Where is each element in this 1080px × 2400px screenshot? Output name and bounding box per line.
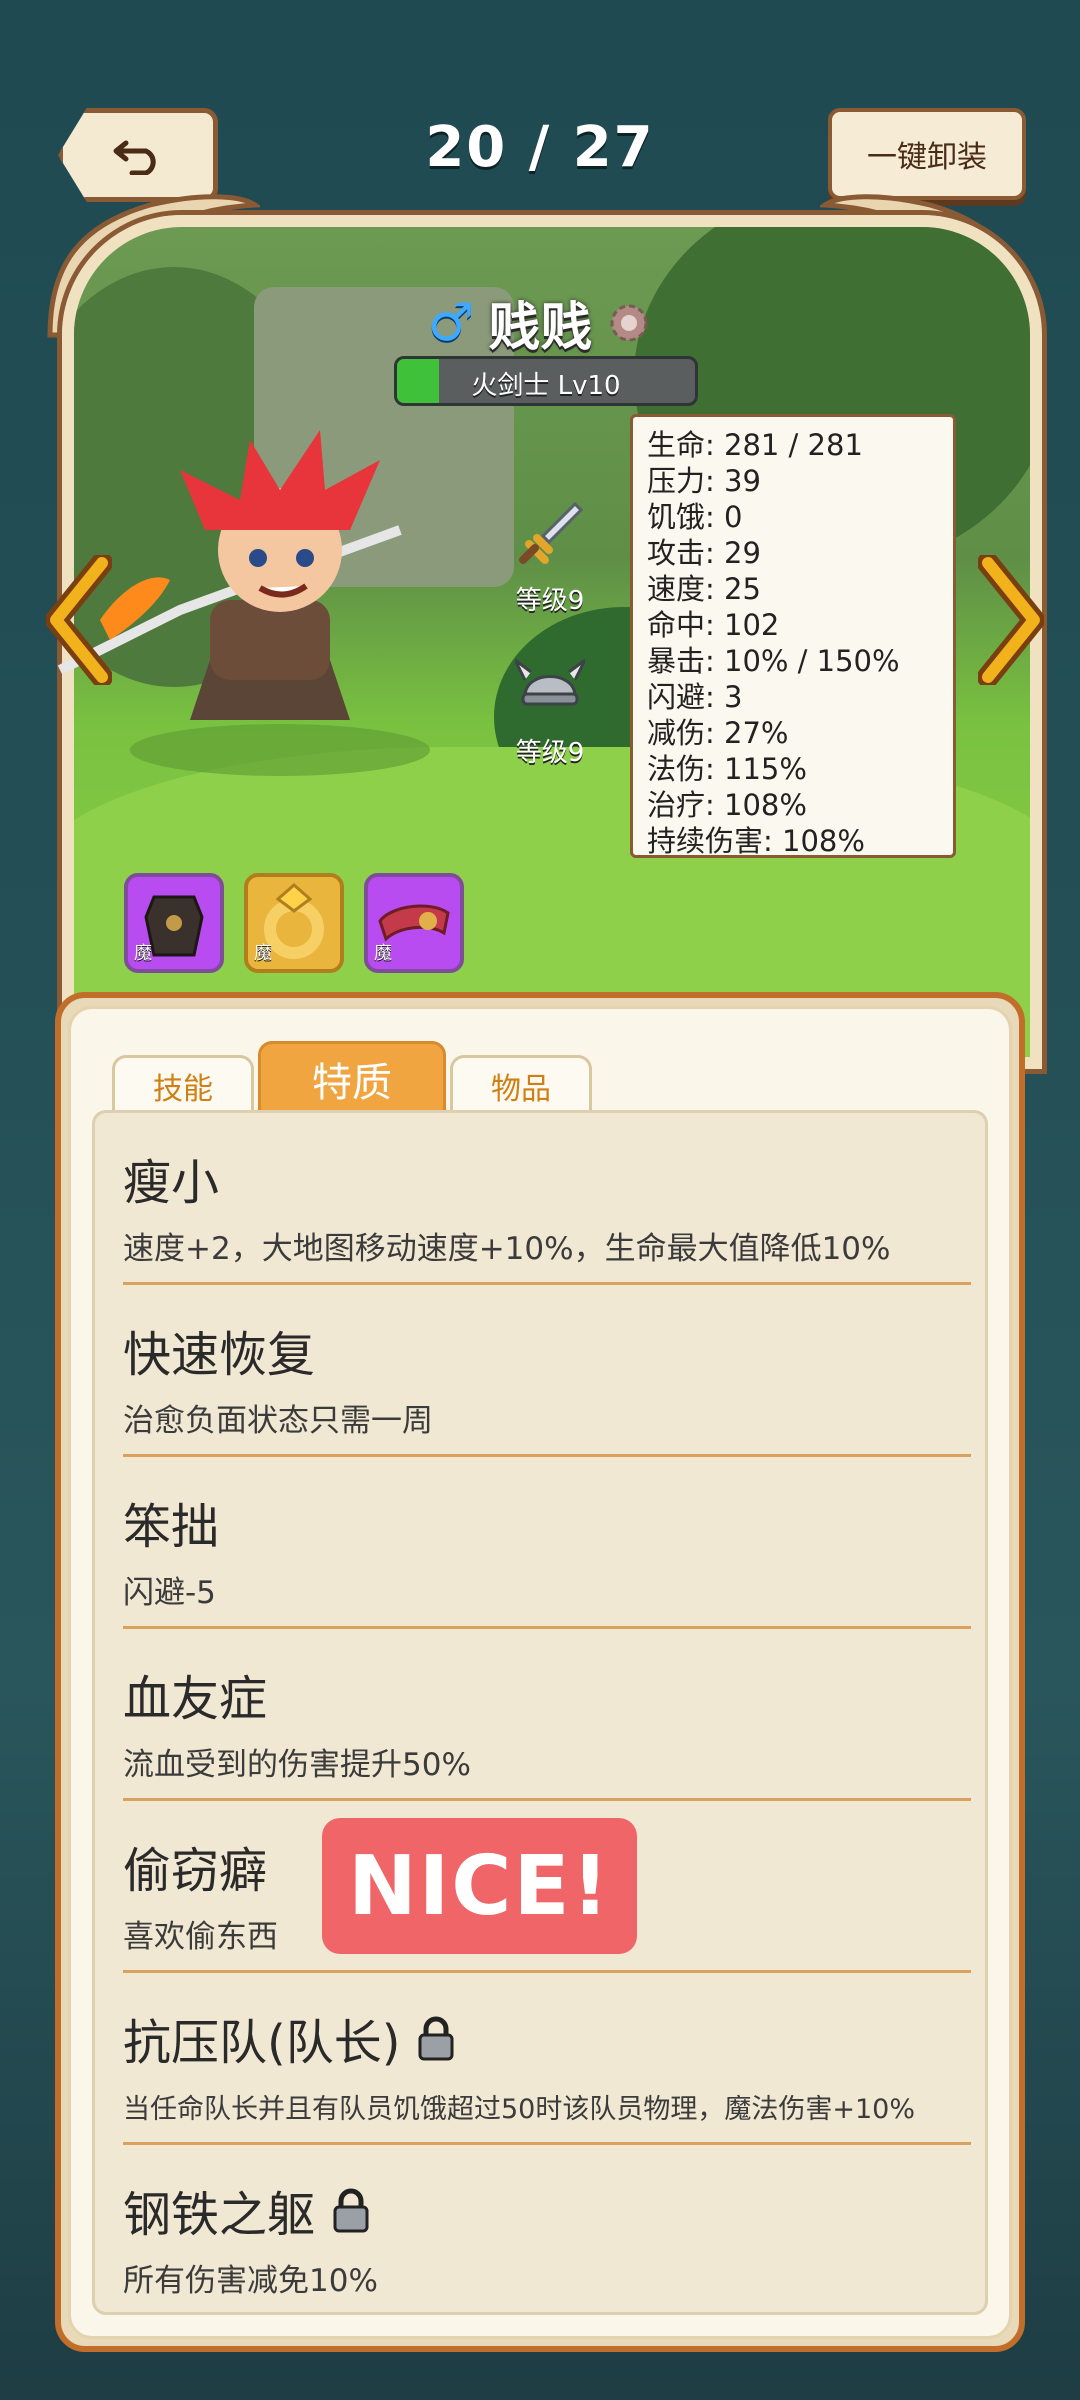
trait-description: 速度+2，大地图移动速度+10%，生命最大值降低10% bbox=[123, 1231, 891, 1267]
prev-hero-arrow-icon[interactable] bbox=[46, 555, 112, 685]
trait-description: 流血受到的伤害提升50% bbox=[123, 1747, 471, 1783]
tab-skills[interactable]: 技能 bbox=[112, 1055, 254, 1113]
trait-title: 笨拙 bbox=[123, 1499, 220, 1555]
helmet-icon[interactable] bbox=[515, 650, 585, 720]
item-tag: 魔 bbox=[374, 943, 392, 964]
tab-items[interactable]: 物品 bbox=[450, 1055, 592, 1113]
next-hero-arrow-icon[interactable] bbox=[978, 555, 1044, 685]
trait-item[interactable]: 钢铁之躯 所有伤害减免10% bbox=[95, 2145, 991, 2317]
tab-traits[interactable]: 特质 bbox=[258, 1041, 446, 1113]
item-slot-armor[interactable]: 魔 bbox=[124, 873, 224, 973]
undo-arrow-icon bbox=[113, 140, 156, 175]
stat-row: 闪避: 3 bbox=[647, 680, 743, 714]
trait-title: 偷窃癖 bbox=[123, 1843, 268, 1899]
hero-name: 贱贱 bbox=[488, 298, 593, 358]
trait-item[interactable]: 血友症 流血受到的伤害提升50% bbox=[95, 1629, 991, 1801]
trait-description: 闪避-5 bbox=[123, 1575, 216, 1611]
stat-row: 法伤: 115% bbox=[647, 752, 807, 786]
trait-item[interactable]: 笨拙 闪避-5 bbox=[95, 1457, 991, 1629]
lock-icon bbox=[333, 2188, 369, 2233]
male-gender-icon: ♂ bbox=[427, 292, 475, 353]
nice-sticker: NICE! bbox=[322, 1818, 637, 1954]
stat-row: 暴击: 10% / 150% bbox=[647, 644, 900, 678]
trait-title: 血友症 bbox=[123, 1671, 268, 1727]
stat-row: 速度: 25 bbox=[647, 572, 761, 606]
trait-description: 喜欢偷东西 bbox=[123, 1919, 278, 1955]
stat-row: 压力: 39 bbox=[647, 464, 761, 498]
item-tag: 魔 bbox=[254, 943, 272, 964]
trait-description: 所有伤害减免10% bbox=[123, 2263, 378, 2299]
stat-row: 减伤: 27% bbox=[647, 716, 789, 750]
stat-row: 攻击: 29 bbox=[647, 536, 761, 570]
trait-title: 钢铁之躯 bbox=[123, 2187, 316, 2243]
item-tag: 魔 bbox=[134, 943, 152, 964]
trait-description: 治愈负面状态只需一周 bbox=[123, 1403, 433, 1439]
hero-name-row: ♂ 贱贱 bbox=[0, 285, 1080, 360]
trait-title: 抗压队(队长) bbox=[123, 2015, 401, 2071]
item-slot-ring[interactable]: 魔 bbox=[244, 873, 344, 973]
sword-level: 等级9 bbox=[515, 586, 585, 616]
class-level-label: 火剑士 Lv10 bbox=[471, 371, 621, 401]
sword-icon[interactable] bbox=[515, 498, 585, 568]
trait-title: 快速恢复 bbox=[123, 1327, 316, 1383]
trait-item[interactable]: 抗压队(队长) 当任命队长并且有队员饥饿超过50时该队员物理，魔法伤害+10% bbox=[95, 1973, 991, 2145]
helmet-level: 等级9 bbox=[515, 738, 585, 768]
trait-item[interactable]: 快速恢复 治愈负面状态只需一周 bbox=[95, 1285, 991, 1457]
hero-counter: 20 / 27 bbox=[425, 115, 655, 180]
stat-row: 持续伤害: 108% bbox=[647, 824, 865, 858]
stats-panel: 生命: 281 / 281 压力: 39 饥饿: 0 攻击: 29 速度: 25 命中: … bbox=[630, 414, 956, 858]
stat-row: 饥饿: 0 bbox=[647, 500, 743, 534]
gear-icon[interactable] bbox=[606, 300, 652, 346]
stat-row: 生命: 281 / 281 bbox=[647, 428, 863, 462]
class-level-bar: 火剑士 Lv10 bbox=[394, 356, 698, 406]
stat-row: 命中: 102 bbox=[647, 608, 780, 642]
trait-title: 瘦小 bbox=[123, 1155, 220, 1211]
item-slot-bracer[interactable]: 魔 bbox=[364, 873, 464, 973]
stat-row: 治疗: 108% bbox=[647, 788, 807, 822]
trait-description: 当任命队长并且有队员饥饿超过50时该队员物理，魔法伤害+10% bbox=[123, 2094, 915, 2125]
lock-icon bbox=[418, 2016, 454, 2061]
trait-item[interactable]: 瘦小 速度+2，大地图移动速度+10%，生命最大值降低10% bbox=[95, 1113, 991, 1285]
trait-list: 瘦小 速度+2，大地图移动速度+10%，生命最大值降低10% 快速恢复 治愈负面… bbox=[92, 1110, 988, 2315]
